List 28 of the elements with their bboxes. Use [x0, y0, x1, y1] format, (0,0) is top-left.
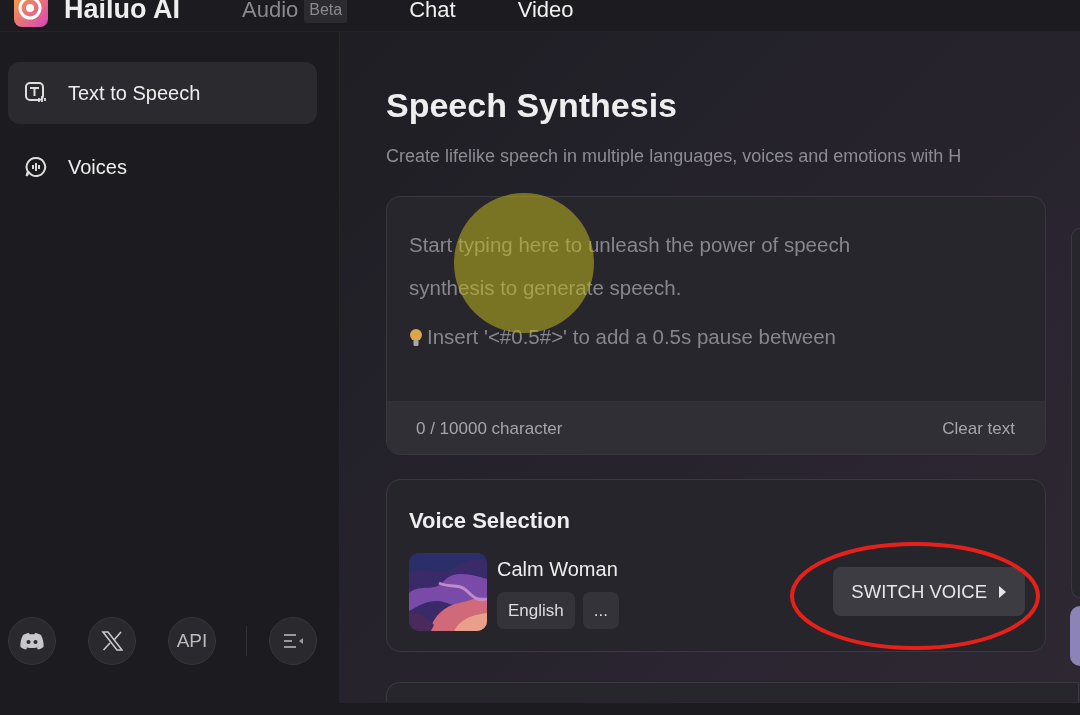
- speech-bubble-icon: [24, 155, 48, 179]
- x-link[interactable]: [88, 617, 136, 665]
- nav-tab[interactable]: Audio: [242, 0, 299, 26]
- lightbulb-icon: [409, 328, 423, 347]
- discord-link[interactable]: [8, 617, 56, 665]
- page-title: Speech Synthesis: [386, 85, 678, 126]
- logo-icon: [14, 0, 48, 27]
- section-heading: Voice Selection: [409, 506, 571, 535]
- sidebar-item[interactable]: Text to Speech: [8, 62, 317, 124]
- api-link[interactable]: API: [168, 617, 216, 665]
- voice-tag: ...: [582, 591, 619, 630]
- beta-badge: Beta: [304, 0, 348, 23]
- collapse-icon: [282, 632, 304, 650]
- nav-tab[interactable]: Chat: [409, 0, 456, 26]
- clear-text-link[interactable]: Clear text: [942, 416, 1015, 442]
- discord-icon: [19, 631, 45, 651]
- hint-text: Insert '<#0.5#>' to add a 0.5s pause between: [427, 324, 837, 351]
- voice-tag: English: [497, 591, 575, 630]
- collapse-button[interactable]: [269, 617, 317, 665]
- text-speech-icon: [24, 81, 48, 105]
- character-counter: 0 / 10000 character: [416, 418, 563, 440]
- nav-tab[interactable]: Video: [517, 0, 574, 26]
- caret-icon: [999, 585, 1007, 598]
- voice-name: Calm Woman: [497, 556, 619, 582]
- switch-voice-button[interactable]: SWITCH VOICE: [833, 566, 1025, 617]
- sidebar-item[interactable]: Voices: [8, 136, 317, 198]
- x-icon: [101, 630, 123, 652]
- page-subtitle: Create lifelike speech in multiple languages, voices and emotions with H: [386, 145, 963, 168]
